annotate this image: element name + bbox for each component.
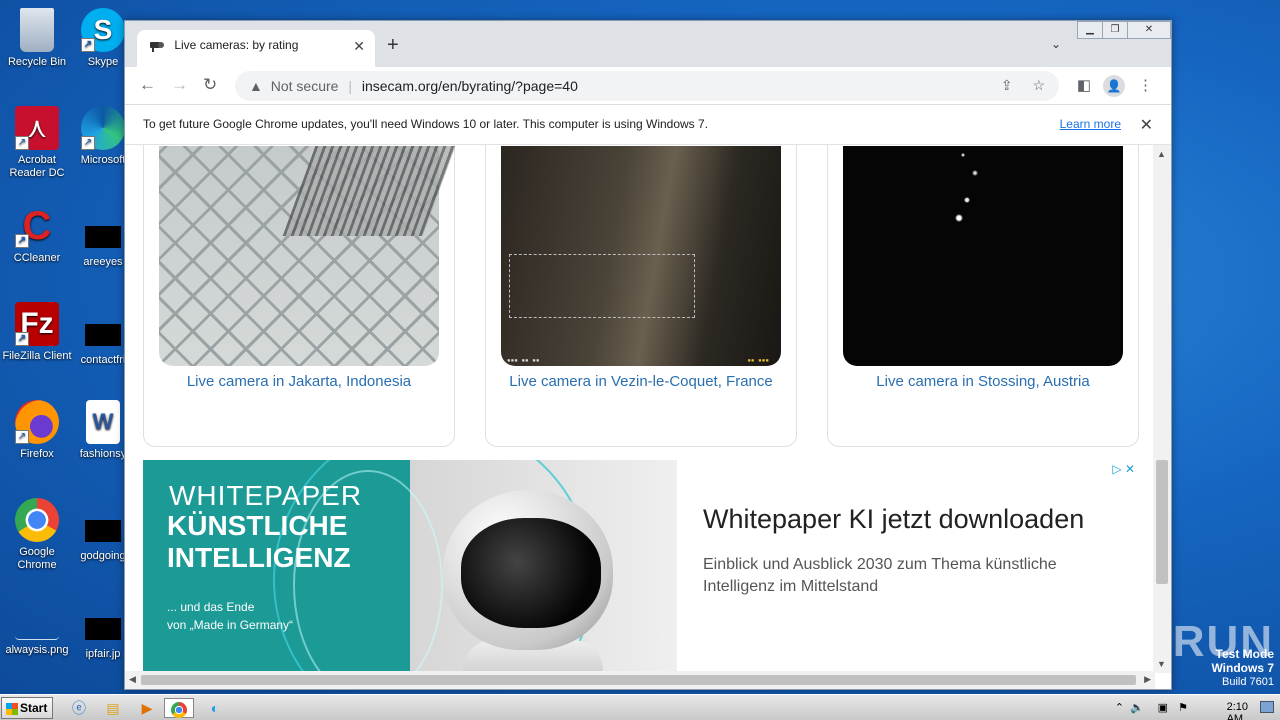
ad-image-title: WHITEPAPER: [169, 480, 363, 511]
vertical-scroll-thumb[interactable]: [1156, 460, 1168, 584]
profile-avatar-icon[interactable]: 👤: [1103, 75, 1125, 97]
acrobat-icon: ⋏ ↗: [15, 106, 59, 150]
file-thumbnail-icon: [85, 324, 121, 346]
explorer-taskbar-icon[interactable]: ▤: [102, 698, 124, 718]
url-text: insecam.org/en/byrating/?page=40: [361, 78, 578, 94]
side-panel-icon[interactable]: ◧: [1077, 76, 1091, 94]
share-icon[interactable]: ⇪: [1001, 77, 1013, 93]
recycle-bin-icon: [20, 8, 54, 52]
browser-toolbar: ← → ↻ ▲ Not secure | insecam.org/en/byra…: [125, 67, 1171, 105]
camera-thumbnail[interactable]: ▪▪▪ ▪▪ ▪▪ ▪▪ ▪▪▪: [501, 146, 781, 366]
volume-icon[interactable]: 🔈: [1130, 701, 1144, 714]
ad-headline[interactable]: Whitepaper KI jetzt downloaden: [703, 500, 1123, 538]
horizontal-scrollbar[interactable]: ◀ ▶: [125, 671, 1155, 689]
edge-icon: ↗: [81, 106, 125, 150]
camera-link[interactable]: Live camera in Jakarta, Indonesia: [144, 373, 454, 390]
new-tab-button[interactable]: +: [387, 34, 399, 57]
ad-image-subtitle: KÜNSTLICHE INTELLIGENZ: [167, 510, 351, 573]
file-thumbnail-icon: [85, 226, 121, 248]
scroll-left-arrow-icon[interactable]: ◀: [129, 674, 136, 685]
infobar-close-icon[interactable]: ✕: [1140, 115, 1153, 135]
tab-title: Live cameras: by rating: [174, 38, 299, 52]
camera-card: ▪▪▪ ▪▪ ▪▪ ▪▪ ▪▪▪ Live camera in Vezin-le…: [485, 145, 797, 447]
camera-link[interactable]: Live camera in Vezin-le-Coquet, France: [486, 373, 796, 390]
desktop-icon-ccleaner[interactable]: C ↗ CCleaner: [0, 204, 74, 265]
camera-favicon-icon: [149, 39, 165, 53]
infobar-message: To get future Google Chrome updates, you…: [143, 117, 709, 131]
chrome-icon: [15, 498, 59, 542]
menu-kebab-icon[interactable]: ⋮: [1138, 76, 1153, 94]
tab-live-cameras[interactable]: Live cameras: by rating ✕: [137, 30, 375, 67]
filezilla-icon: Fz ↗: [15, 302, 59, 346]
security-label: Not secure: [270, 78, 339, 94]
address-bar[interactable]: ▲ Not secure | insecam.org/en/byrating/?…: [235, 71, 1059, 101]
desktop-icon-firefox[interactable]: ↗ Firefox: [0, 400, 74, 461]
desktop-icon-filezilla[interactable]: Fz ↗ FileZilla Client: [0, 302, 74, 363]
tab-search-chevron-icon[interactable]: ⌄: [1051, 37, 1061, 51]
camera-card: Live camera in Jakarta, Indonesia: [143, 145, 456, 447]
back-arrow-icon[interactable]: ←: [139, 75, 156, 95]
page-viewport: Live camera in Jakarta, Indonesia ▪▪▪ ▪▪…: [125, 145, 1155, 673]
ad-image: WHITEPAPER KÜNSTLICHE INTELLIGENZ ... un…: [143, 460, 677, 673]
scroll-right-arrow-icon[interactable]: ▶: [1144, 674, 1151, 685]
tray-expand-icon[interactable]: ⌃: [1115, 701, 1124, 714]
firefox-icon: ↗: [15, 400, 59, 444]
desktop-icon-alwaysis[interactable]: alwaysis.png: [0, 612, 74, 657]
clock[interactable]: 2:10 AM: [1227, 701, 1248, 720]
camera-link[interactable]: Live camera in Stossing, Austria: [828, 373, 1138, 390]
network-icon[interactable]: ▣: [1158, 701, 1168, 714]
ad-body: Einblick und Ausblick 2030 zum Thema kün…: [703, 556, 1057, 595]
adchoices-icon[interactable]: ▷ ✕: [1112, 462, 1135, 476]
camera-thumbnail[interactable]: [159, 146, 456, 366]
chrome-window: Live cameras: by rating ✕ + ⌄ ▁ ❐ ✕ ← → …: [124, 20, 1172, 690]
scroll-up-arrow-icon[interactable]: ▲: [1157, 149, 1166, 159]
chrome-taskbar-icon[interactable]: [164, 698, 194, 719]
desktop-icon-acrobat[interactable]: ⋏ ↗ Acrobat Reader DC: [0, 106, 74, 180]
ccleaner-icon: C ↗: [15, 204, 59, 248]
forward-arrow-icon[interactable]: →: [171, 75, 188, 95]
window-close-button[interactable]: ✕: [1127, 21, 1171, 39]
scroll-down-arrow-icon[interactable]: ▼: [1157, 659, 1166, 669]
start-button[interactable]: Start: [1, 697, 53, 719]
word-document-icon: W: [86, 400, 120, 444]
learn-more-link[interactable]: Learn more: [1060, 117, 1121, 131]
camera-card: Live camera in Stossing, Austria: [827, 145, 1139, 447]
show-desktop-button[interactable]: [1260, 701, 1274, 713]
window-controls: ▁ ❐ ✕: [1077, 21, 1171, 39]
robot-illustration: [443, 490, 613, 673]
tab-close-icon[interactable]: ✕: [353, 38, 365, 55]
bookmark-star-icon[interactable]: ☆: [1032, 77, 1045, 93]
file-thumbnail-icon: [85, 618, 121, 640]
tab-strip: Live cameras: by rating ✕ + ⌄ ▁ ❐ ✕: [125, 21, 1171, 67]
camera-thumbnail[interactable]: [843, 146, 1123, 366]
taskbar: Start ⓔ ▤ ▶ ◐ ⌃ 🔈 ▣ ⚑ 2:10 AM: [0, 694, 1280, 720]
windows-logo-icon: [6, 702, 18, 715]
image-file-icon: [15, 612, 59, 640]
file-thumbnail-icon: [85, 520, 121, 542]
ie-taskbar-icon[interactable]: ⓔ: [68, 698, 90, 718]
reload-icon[interactable]: ↻: [203, 75, 217, 95]
desktop-icon-chrome[interactable]: Google Chrome: [0, 498, 74, 572]
ad-image-caption: ... und das Ende von „Made in Germany“: [167, 600, 294, 632]
skype-icon: S ↗: [81, 8, 125, 52]
edge-taskbar-icon[interactable]: ◐: [204, 698, 226, 718]
horizontal-scroll-thumb[interactable]: [141, 675, 1136, 685]
update-infobar: To get future Google Chrome updates, you…: [125, 105, 1171, 145]
minimize-button[interactable]: ▁: [1077, 21, 1103, 39]
ad-text: Whitepaper KI jetzt downloaden Einblick …: [703, 500, 1123, 598]
warning-triangle-icon: ▲: [249, 78, 263, 94]
action-center-flag-icon[interactable]: ⚑: [1178, 701, 1188, 714]
media-player-taskbar-icon[interactable]: ▶: [136, 698, 158, 718]
windows-test-mode-label: Test Mode Windows 7 Build 7601: [1211, 647, 1274, 689]
vertical-scrollbar[interactable]: ▲ ▼: [1153, 145, 1171, 673]
advertisement-banner[interactable]: WHITEPAPER KÜNSTLICHE INTELLIGENZ ... un…: [143, 460, 1139, 673]
maximize-button[interactable]: ❐: [1102, 21, 1128, 39]
desktop-icon-recycle-bin[interactable]: Recycle Bin: [0, 8, 74, 69]
